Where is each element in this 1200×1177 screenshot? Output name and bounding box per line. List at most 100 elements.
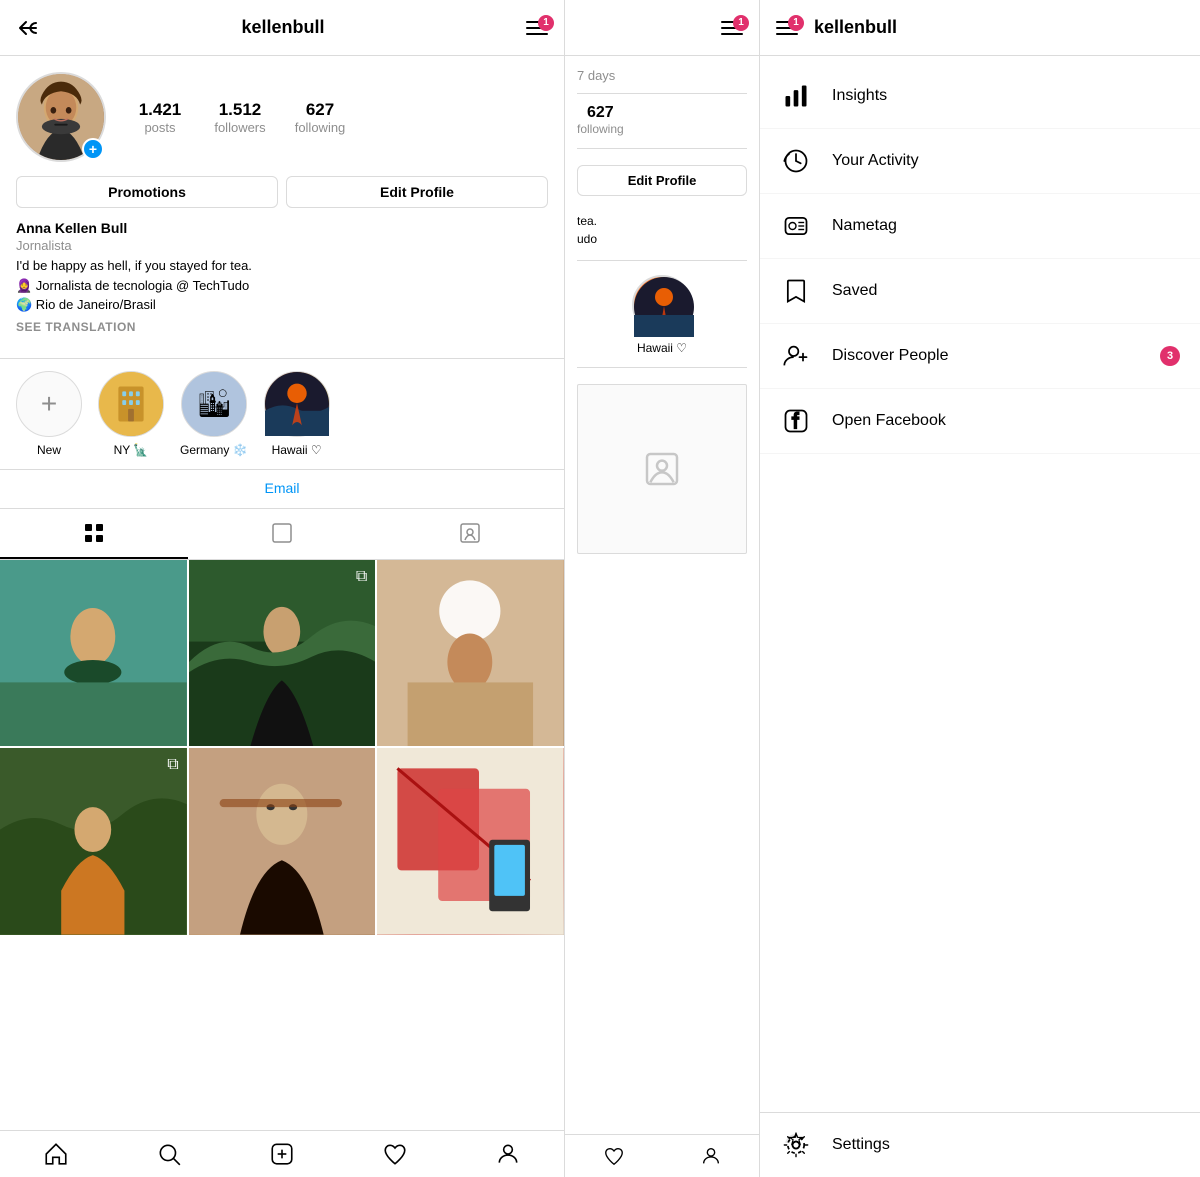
username-title: kellenbull	[241, 17, 324, 38]
photo-grid: ⧉ ⧉	[0, 560, 564, 935]
activity-icon	[780, 145, 812, 177]
menu-item-facebook[interactable]: Open Facebook	[760, 389, 1200, 454]
story-new[interactable]: + New	[16, 371, 82, 457]
multi-post-icon-2: ⧉	[167, 756, 178, 774]
middle-content: 7 days 627 following Edit Profile tea. u…	[565, 56, 759, 1134]
middle-story[interactable]: Hawaii ♡	[577, 275, 747, 368]
middle-bio-line2: udo	[577, 232, 597, 246]
menu-badge: 1	[538, 15, 554, 31]
profile-buttons: Promotions Edit Profile	[16, 176, 548, 208]
menu-item-your-activity[interactable]: Your Activity	[760, 129, 1200, 194]
middle-story-label: Hawaii ♡	[637, 341, 687, 355]
see-translation[interactable]: SEE TRANSLATION	[16, 320, 548, 334]
multi-post-icon: ⧉	[356, 568, 367, 586]
stories-section: + New NY 🗽	[0, 358, 564, 470]
bio-section: Anna Kellen Bull Jornalista I'd be happy…	[16, 220, 548, 334]
menu-item-nametag[interactable]: Nametag	[760, 194, 1200, 259]
photo-cell-4[interactable]: ⧉	[0, 748, 187, 935]
story-circle-hawaii	[264, 371, 330, 437]
promotions-button[interactable]: Promotions	[16, 176, 278, 208]
tab-list[interactable]	[188, 509, 376, 559]
photo-cell-2[interactable]: ⧉	[189, 560, 376, 747]
middle-panel: 1 7 days 627 following Edit Profile tea.…	[565, 0, 760, 1177]
story-label-ny: NY 🗽	[114, 443, 149, 457]
posts-stat[interactable]: 1.421 posts	[130, 100, 190, 135]
posts-count: 1.421	[139, 100, 182, 120]
edit-profile-button[interactable]: Edit Profile	[286, 176, 548, 208]
tab-tagged[interactable]	[376, 509, 564, 559]
menu-label-saved: Saved	[832, 282, 1180, 300]
menu-item-saved[interactable]: Saved	[760, 259, 1200, 324]
middle-photo-placeholder	[577, 384, 747, 554]
photo-cell-3[interactable]	[377, 560, 564, 747]
story-label-germany: Germany ❄️	[180, 443, 248, 457]
right-top-bar: 1 kellenbull	[760, 0, 1200, 56]
nav-profile[interactable]	[451, 1141, 564, 1167]
middle-bio-line1: tea.	[577, 214, 597, 228]
middle-menu-button[interactable]: 1	[721, 21, 743, 35]
right-menu-button[interactable]: 1	[776, 21, 798, 35]
insights-icon	[780, 80, 812, 112]
right-menu-list: Insights Your Activity	[760, 56, 1200, 1112]
bio-line3: 🌍 Rio de Janeiro/Brasil	[16, 297, 156, 312]
settings-label: Settings	[832, 1136, 890, 1154]
middle-following-stat[interactable]: 627 following	[577, 104, 624, 136]
add-story-button[interactable]: +	[82, 138, 104, 160]
nav-add[interactable]	[226, 1141, 339, 1167]
story-hawaii[interactable]: Hawaii ♡	[264, 371, 330, 457]
email-link[interactable]: Email	[264, 480, 299, 496]
middle-menu-badge: 1	[733, 15, 749, 31]
middle-edit-profile-button[interactable]: Edit Profile	[577, 165, 747, 196]
discover-people-icon	[780, 340, 812, 372]
menu-label-discover: Discover People	[832, 347, 1140, 365]
settings-item[interactable]: Settings	[760, 1112, 1200, 1177]
following-stat[interactable]: 627 following	[290, 100, 350, 135]
story-germany[interactable]: 🏙 Germany ❄️	[180, 371, 248, 457]
story-circle-ny	[98, 371, 164, 437]
menu-button[interactable]: 1	[526, 21, 548, 35]
nav-heart[interactable]	[338, 1141, 451, 1167]
discover-badge: 3	[1160, 346, 1180, 366]
followers-label: followers	[214, 120, 265, 135]
posts-label: posts	[144, 120, 175, 135]
right-panel: 1 kellenbull Insights	[760, 0, 1200, 1177]
right-username: kellenbull	[814, 17, 897, 38]
story-label-hawaii: Hawaii ♡	[272, 443, 322, 457]
back-button[interactable]	[16, 16, 40, 40]
menu-item-discover-people[interactable]: Discover People 3	[760, 324, 1200, 389]
days-label: 7 days	[577, 68, 747, 83]
photo-cell-6[interactable]	[377, 748, 564, 935]
photo-grid-section: ⧉ ⧉	[0, 560, 564, 1131]
tab-grid[interactable]	[0, 509, 188, 559]
followers-count: 1.512	[219, 100, 262, 120]
nametag-icon	[780, 210, 812, 242]
right-menu-badge: 1	[788, 15, 804, 31]
story-circle-germany: 🏙	[181, 371, 247, 437]
profile-section: + 1.421 posts 1.512 followers 627 follow…	[0, 56, 564, 358]
left-panel: kellenbull 1	[0, 0, 565, 1177]
bottom-nav	[0, 1130, 564, 1177]
following-count: 627	[306, 100, 334, 120]
photo-cell-5[interactable]	[189, 748, 376, 935]
story-ny[interactable]: NY 🗽	[98, 371, 164, 457]
menu-label-activity: Your Activity	[832, 152, 1180, 170]
top-bar: kellenbull 1	[0, 0, 564, 56]
menu-label-insights: Insights	[832, 87, 1180, 105]
middle-stats: 627 following	[577, 104, 747, 149]
profile-stats: 1.421 posts 1.512 followers 627 followin…	[130, 100, 350, 135]
photo-cell-1[interactable]	[0, 560, 187, 747]
bio-line1: I'd be happy as hell, if you stayed for …	[16, 258, 252, 273]
story-circle-new: +	[16, 371, 82, 437]
bio-line2: 🧕 Jornalista de tecnologia @ TechTudo	[16, 278, 249, 293]
menu-item-insights[interactable]: Insights	[760, 64, 1200, 129]
middle-nav-profile[interactable]	[662, 1145, 759, 1167]
bio-text: I'd be happy as hell, if you stayed for …	[16, 256, 548, 315]
middle-nav-heart[interactable]	[565, 1145, 662, 1167]
nav-search[interactable]	[113, 1141, 226, 1167]
nav-home[interactable]	[0, 1141, 113, 1167]
bio-subtitle: Jornalista	[16, 238, 548, 253]
followers-stat[interactable]: 1.512 followers	[210, 100, 270, 135]
middle-following-count: 627	[587, 104, 614, 122]
settings-icon	[780, 1129, 812, 1161]
menu-label-facebook: Open Facebook	[832, 412, 1180, 430]
